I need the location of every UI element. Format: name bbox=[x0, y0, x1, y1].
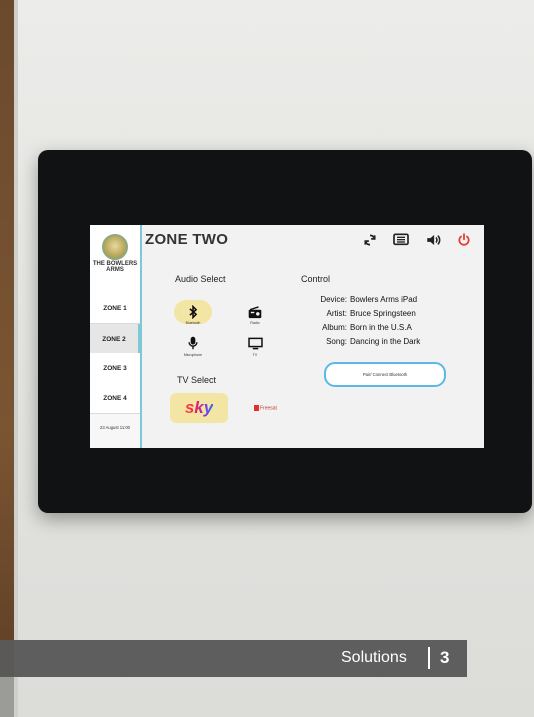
tv-label: TV bbox=[252, 353, 258, 357]
sidebar-item-zone-2[interactable]: ZONE 2 bbox=[90, 324, 140, 355]
logo-text: THE BOWLERS ARMS bbox=[92, 261, 138, 273]
control-row-song: Song: Dancing in the Dark bbox=[295, 337, 420, 346]
control-key: Device: bbox=[320, 295, 347, 304]
control-key: Song: bbox=[326, 337, 347, 346]
banner-left-strip bbox=[0, 676, 14, 717]
volume-icon[interactable] bbox=[425, 232, 441, 248]
date-time: 23 August 11:00 bbox=[100, 425, 130, 430]
menu-icon[interactable] bbox=[393, 232, 409, 248]
power-icon[interactable] bbox=[456, 232, 472, 248]
control-value: Bruce Springsteen bbox=[350, 309, 416, 318]
refresh-icon[interactable] bbox=[362, 232, 378, 248]
microphone-label: Microphone bbox=[183, 353, 203, 357]
audio-select-title: Audio Select bbox=[175, 274, 226, 284]
control-row-artist: Artist: Bruce Springsteen bbox=[295, 309, 416, 318]
freesat-button[interactable]: Freesat bbox=[254, 405, 277, 411]
touch-screen: THE BOWLERS ARMS ZONE 1 ZONE 2 ZONE 3 ZO… bbox=[90, 225, 484, 448]
bluetooth-label: Bluetooth bbox=[185, 321, 201, 325]
bluetooth-icon bbox=[189, 305, 198, 319]
tv-icon bbox=[247, 337, 263, 349]
banner-separator bbox=[428, 647, 430, 669]
sidebar-item-zone-4[interactable]: ZONE 4 bbox=[90, 383, 140, 414]
wood-frame bbox=[0, 0, 14, 717]
tv-button[interactable] bbox=[236, 331, 274, 355]
wall-edge bbox=[14, 0, 18, 717]
control-key: Album: bbox=[322, 323, 347, 332]
control-title: Control bbox=[301, 274, 331, 284]
logo-badge-icon bbox=[102, 234, 128, 260]
radio-label: Radio bbox=[250, 321, 260, 325]
page-title: ZONE TWO bbox=[145, 231, 229, 248]
radio-icon bbox=[248, 305, 262, 318]
sky-button[interactable]: sky bbox=[170, 393, 228, 423]
zone-sidebar: THE BOWLERS ARMS ZONE 1 ZONE 2 ZONE 3 ZO… bbox=[90, 225, 142, 448]
banner-title: Solutions bbox=[341, 649, 407, 666]
freesat-label: Freesat bbox=[260, 405, 277, 412]
control-value: Dancing in the Dark bbox=[350, 337, 421, 346]
tv-select-title: TV Select bbox=[177, 375, 217, 385]
control-value: Born in the U.S.A bbox=[350, 323, 412, 332]
control-row-device: Device: Bowlers Arms iPad bbox=[295, 295, 417, 304]
freesat-logo-icon bbox=[254, 405, 259, 411]
pair-bluetooth-button[interactable]: Pair/ Connect Bluetooth bbox=[324, 362, 446, 387]
page-number: 3 bbox=[440, 648, 450, 667]
sidebar-item-zone-3[interactable]: ZONE 3 bbox=[90, 353, 140, 384]
control-row-album: Album: Born in the U.S.A bbox=[295, 323, 412, 332]
sky-logo: sky bbox=[184, 398, 214, 417]
control-value: Bowlers Arms iPad bbox=[350, 295, 418, 304]
bowlers-arms-logo: THE BOWLERS ARMS bbox=[90, 225, 140, 293]
sidebar-item-zone-1[interactable]: ZONE 1 bbox=[90, 293, 140, 324]
control-key: Artist: bbox=[326, 309, 347, 318]
microphone-icon bbox=[188, 336, 198, 350]
microphone-button[interactable] bbox=[174, 331, 212, 355]
